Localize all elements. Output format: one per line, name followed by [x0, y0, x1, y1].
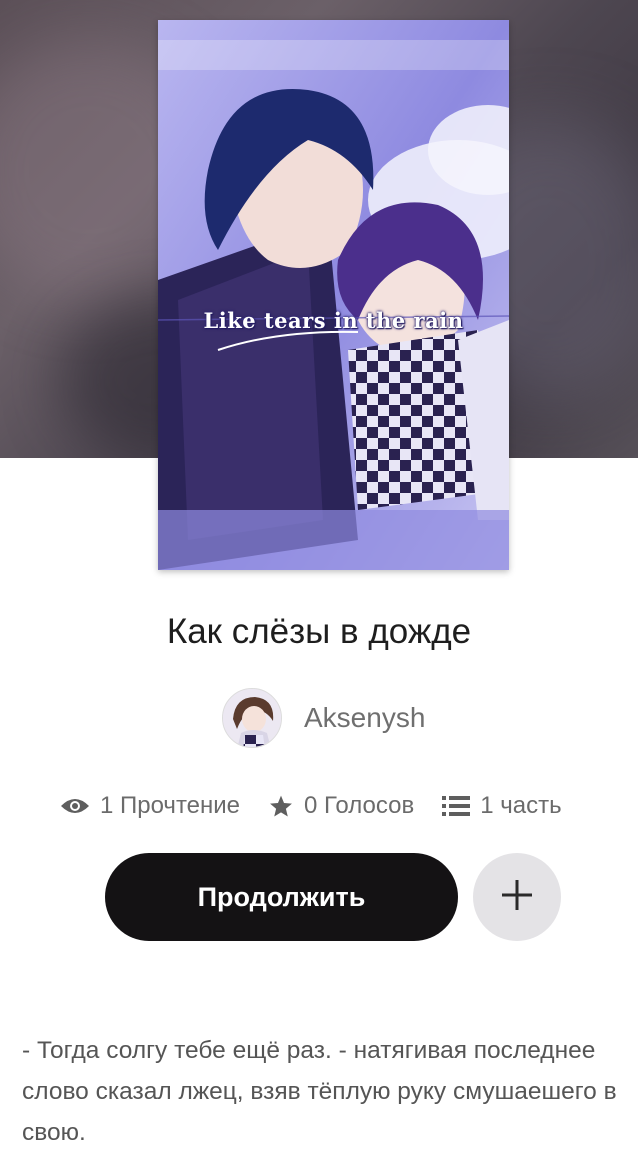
story-description: - Тогда солгу тебе ещё раз. - натягивая …	[22, 1037, 617, 1146]
story-stats: 1 Прочтение 0 Голосов 1 часть	[60, 786, 562, 826]
author-avatar[interactable]	[222, 688, 282, 748]
eye-icon	[60, 796, 90, 816]
parts-stat: 1 часть	[442, 792, 562, 820]
cover-illustration	[158, 20, 509, 570]
star-icon	[268, 794, 294, 819]
cover-caption: Like tears in the rain	[203, 308, 464, 333]
plus-icon	[500, 878, 534, 917]
votes-stat: 0 Голосов	[268, 792, 414, 820]
author-name[interactable]: Aksenysh	[304, 702, 425, 734]
author-link[interactable]: Aksenysh	[222, 688, 425, 748]
reads-count: 1 Прочтение	[100, 792, 241, 819]
parts-count: 1 часть	[480, 792, 562, 819]
reads-stat: 1 Прочтение	[60, 792, 240, 820]
votes-count: 0 Голосов	[304, 792, 415, 819]
continue-reading-button[interactable]: Продолжить	[105, 853, 458, 941]
story-title: Как слёзы в дожде	[166, 612, 472, 651]
add-to-library-button[interactable]	[473, 853, 561, 941]
list-icon	[442, 795, 471, 817]
story-cover-image: Like tears in the rain	[158, 20, 509, 570]
